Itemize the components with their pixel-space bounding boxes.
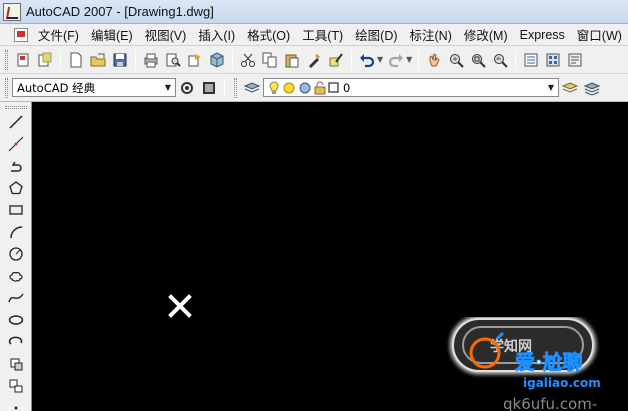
zoom-realtime-icon[interactable] bbox=[446, 50, 466, 70]
menu-insert[interactable]: 插入(I) bbox=[192, 25, 241, 44]
watermark-logo: 学知网 爱·尬聊 igaliao.com qk6ufu.com- bbox=[450, 317, 601, 411]
match-properties-icon[interactable] bbox=[304, 50, 324, 70]
spline-icon[interactable] bbox=[4, 287, 28, 309]
make-block-icon[interactable] bbox=[4, 375, 28, 397]
point-icon[interactable] bbox=[4, 397, 28, 411]
line-icon[interactable] bbox=[4, 111, 28, 133]
menu-window[interactable]: 窗口(W) bbox=[571, 25, 628, 44]
toolbar-grip[interactable] bbox=[5, 49, 8, 70]
redo-icon[interactable] bbox=[386, 50, 406, 70]
toolbar-separator bbox=[232, 49, 233, 70]
arc-icon[interactable] bbox=[4, 221, 28, 243]
construction-line-icon[interactable] bbox=[4, 133, 28, 155]
toolbar-separator bbox=[60, 49, 61, 70]
chevron-down-icon[interactable]: ▼ bbox=[161, 79, 175, 96]
layer-manager-icon[interactable] bbox=[242, 78, 262, 98]
menu-file[interactable]: 文件(F) bbox=[32, 25, 85, 44]
publish-icon[interactable] bbox=[185, 50, 205, 70]
paste-icon[interactable] bbox=[282, 50, 302, 70]
toolbar-grip[interactable] bbox=[234, 77, 237, 98]
layer-unlock-icon[interactable] bbox=[314, 81, 326, 95]
zoom-previous-icon[interactable] bbox=[490, 50, 510, 70]
draw-toolbar bbox=[0, 102, 32, 411]
properties-icon[interactable] bbox=[521, 50, 541, 70]
toolbar-separator bbox=[224, 77, 225, 98]
plot-preview-icon[interactable] bbox=[163, 50, 183, 70]
menu-format[interactable]: 格式(O) bbox=[241, 25, 296, 44]
menu-tools[interactable]: 工具(T) bbox=[296, 25, 349, 44]
toolbar-grip[interactable] bbox=[5, 77, 8, 98]
cut-icon[interactable] bbox=[238, 50, 258, 70]
window-title: AutoCAD 2007 - [Drawing1.dwg] bbox=[26, 4, 214, 19]
zoom-window-icon[interactable] bbox=[468, 50, 488, 70]
undo-dropdown-icon[interactable]: ▼ bbox=[377, 55, 383, 64]
toolbar-grip[interactable] bbox=[4, 106, 27, 109]
toolbar-separator bbox=[418, 49, 420, 70]
insert-block-icon[interactable] bbox=[4, 353, 28, 375]
watermark-url-text: igaliao.com bbox=[523, 376, 601, 390]
chevron-down-icon[interactable]: ▼ bbox=[544, 79, 558, 96]
copy-icon[interactable] bbox=[260, 50, 280, 70]
title-bar: AutoCAD 2007 - [Drawing1.dwg] bbox=[0, 0, 628, 24]
drawing-canvas[interactable]: 学知网 爱·尬聊 igaliao.com qk6ufu.com- bbox=[33, 102, 628, 411]
layer-thaw-icon[interactable] bbox=[282, 81, 296, 95]
tool-palettes-icon[interactable] bbox=[565, 50, 585, 70]
save-icon[interactable] bbox=[110, 50, 130, 70]
layer-previous-icon[interactable] bbox=[582, 78, 602, 98]
rectangle-icon[interactable] bbox=[4, 199, 28, 221]
menu-edit[interactable]: 编辑(E) bbox=[85, 25, 139, 44]
sheetset-icon[interactable] bbox=[35, 50, 55, 70]
pan-icon[interactable] bbox=[424, 50, 444, 70]
layer-viewport-icon[interactable] bbox=[298, 81, 312, 95]
autocad-app-icon[interactable] bbox=[3, 2, 21, 21]
menu-modify[interactable]: 修改(M) bbox=[458, 25, 514, 44]
layer-dropdown[interactable]: 0 ▼ bbox=[263, 78, 559, 97]
make-object-layer-current-icon[interactable] bbox=[560, 78, 580, 98]
toolbar-separator bbox=[351, 49, 352, 70]
workspace-save-icon[interactable] bbox=[199, 78, 219, 98]
block-editor-icon[interactable] bbox=[326, 50, 346, 70]
layers-toolbar: AutoCAD 经典 ▼ 0 ▼ bbox=[0, 74, 628, 102]
plot-icon[interactable] bbox=[141, 50, 161, 70]
menu-draw[interactable]: 绘图(D) bbox=[349, 25, 403, 44]
layer-value: 0 bbox=[343, 80, 351, 95]
layer-color-icon[interactable] bbox=[328, 82, 339, 93]
ellipse-arc-icon[interactable] bbox=[4, 331, 28, 353]
qnew-icon[interactable] bbox=[13, 50, 33, 70]
workspace-dropdown[interactable]: AutoCAD 经典 ▼ bbox=[12, 78, 176, 97]
crosshair-cursor-icon bbox=[168, 294, 192, 318]
ellipse-icon[interactable] bbox=[4, 309, 28, 331]
toolbar-separator bbox=[515, 49, 517, 70]
layer-on-icon[interactable] bbox=[268, 80, 280, 95]
polygon-icon[interactable] bbox=[4, 177, 28, 199]
toolbar-separator bbox=[135, 49, 136, 70]
workspace-settings-icon[interactable] bbox=[177, 78, 197, 98]
menu-express[interactable]: Express bbox=[514, 28, 571, 42]
watermark-bottom-text: qk6ufu.com- bbox=[503, 395, 597, 411]
undo-icon[interactable] bbox=[357, 50, 377, 70]
menu-dimension[interactable]: 标注(N) bbox=[404, 25, 458, 44]
watermark-brand-text: 爱·尬聊 bbox=[515, 350, 583, 374]
redo-dropdown-icon[interactable]: ▼ bbox=[406, 55, 412, 64]
polyline-icon[interactable] bbox=[4, 155, 28, 177]
menu-view[interactable]: 视图(V) bbox=[139, 25, 193, 44]
document-icon[interactable] bbox=[14, 27, 28, 42]
design-center-icon[interactable] bbox=[543, 50, 563, 70]
standard-toolbar: ▼ ▼ bbox=[0, 46, 628, 74]
menu-bar: 文件(F) 编辑(E) 视图(V) 插入(I) 格式(O) 工具(T) 绘图(D… bbox=[0, 24, 628, 46]
open-icon[interactable] bbox=[88, 50, 108, 70]
new-icon[interactable] bbox=[66, 50, 86, 70]
revision-cloud-icon[interactable] bbox=[4, 265, 28, 287]
3d-dwf-icon[interactable] bbox=[207, 50, 227, 70]
workspace-value: AutoCAD 经典 bbox=[17, 80, 96, 95]
circle-icon[interactable] bbox=[4, 243, 28, 265]
